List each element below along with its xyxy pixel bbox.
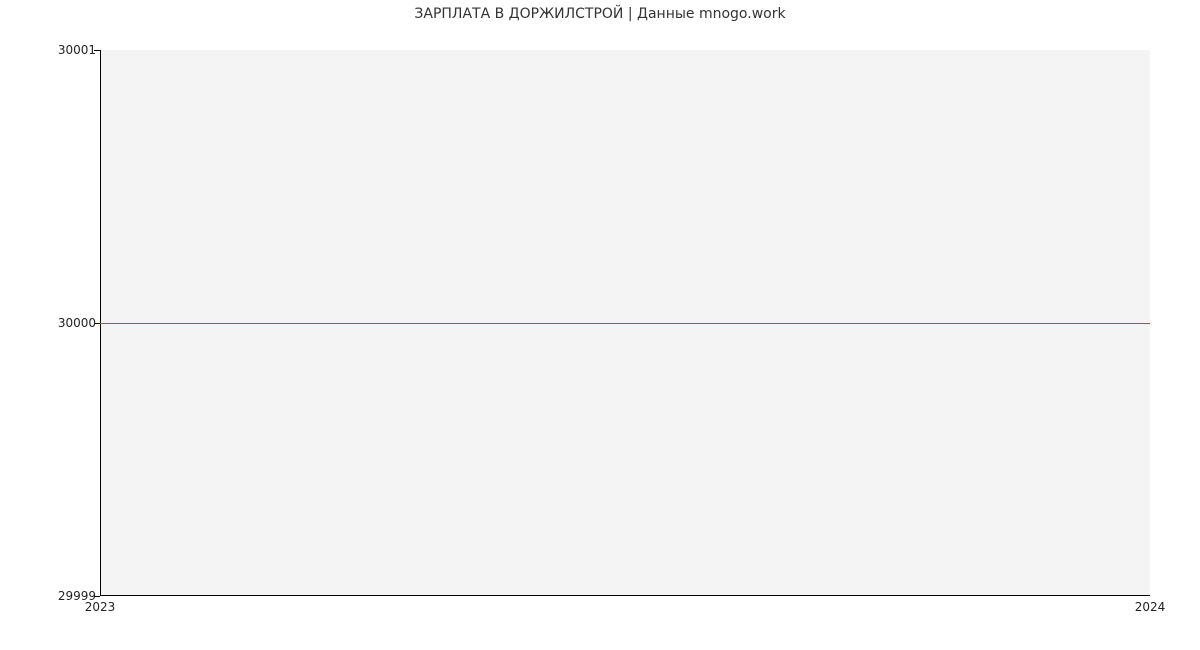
x-tick-label: 2023	[85, 600, 116, 614]
chart-container: ЗАРПЛАТА В ДОРЖИЛСТРОЙ | Данные mnogo.wo…	[0, 0, 1200, 650]
x-tick-label: 2024	[1135, 600, 1166, 614]
series-line	[100, 323, 1150, 324]
y-tick-label: 30000	[58, 316, 96, 330]
y-tick-label: 30001	[58, 43, 96, 57]
chart-title: ЗАРПЛАТА В ДОРЖИЛСТРОЙ | Данные mnogo.wo…	[0, 6, 1200, 22]
